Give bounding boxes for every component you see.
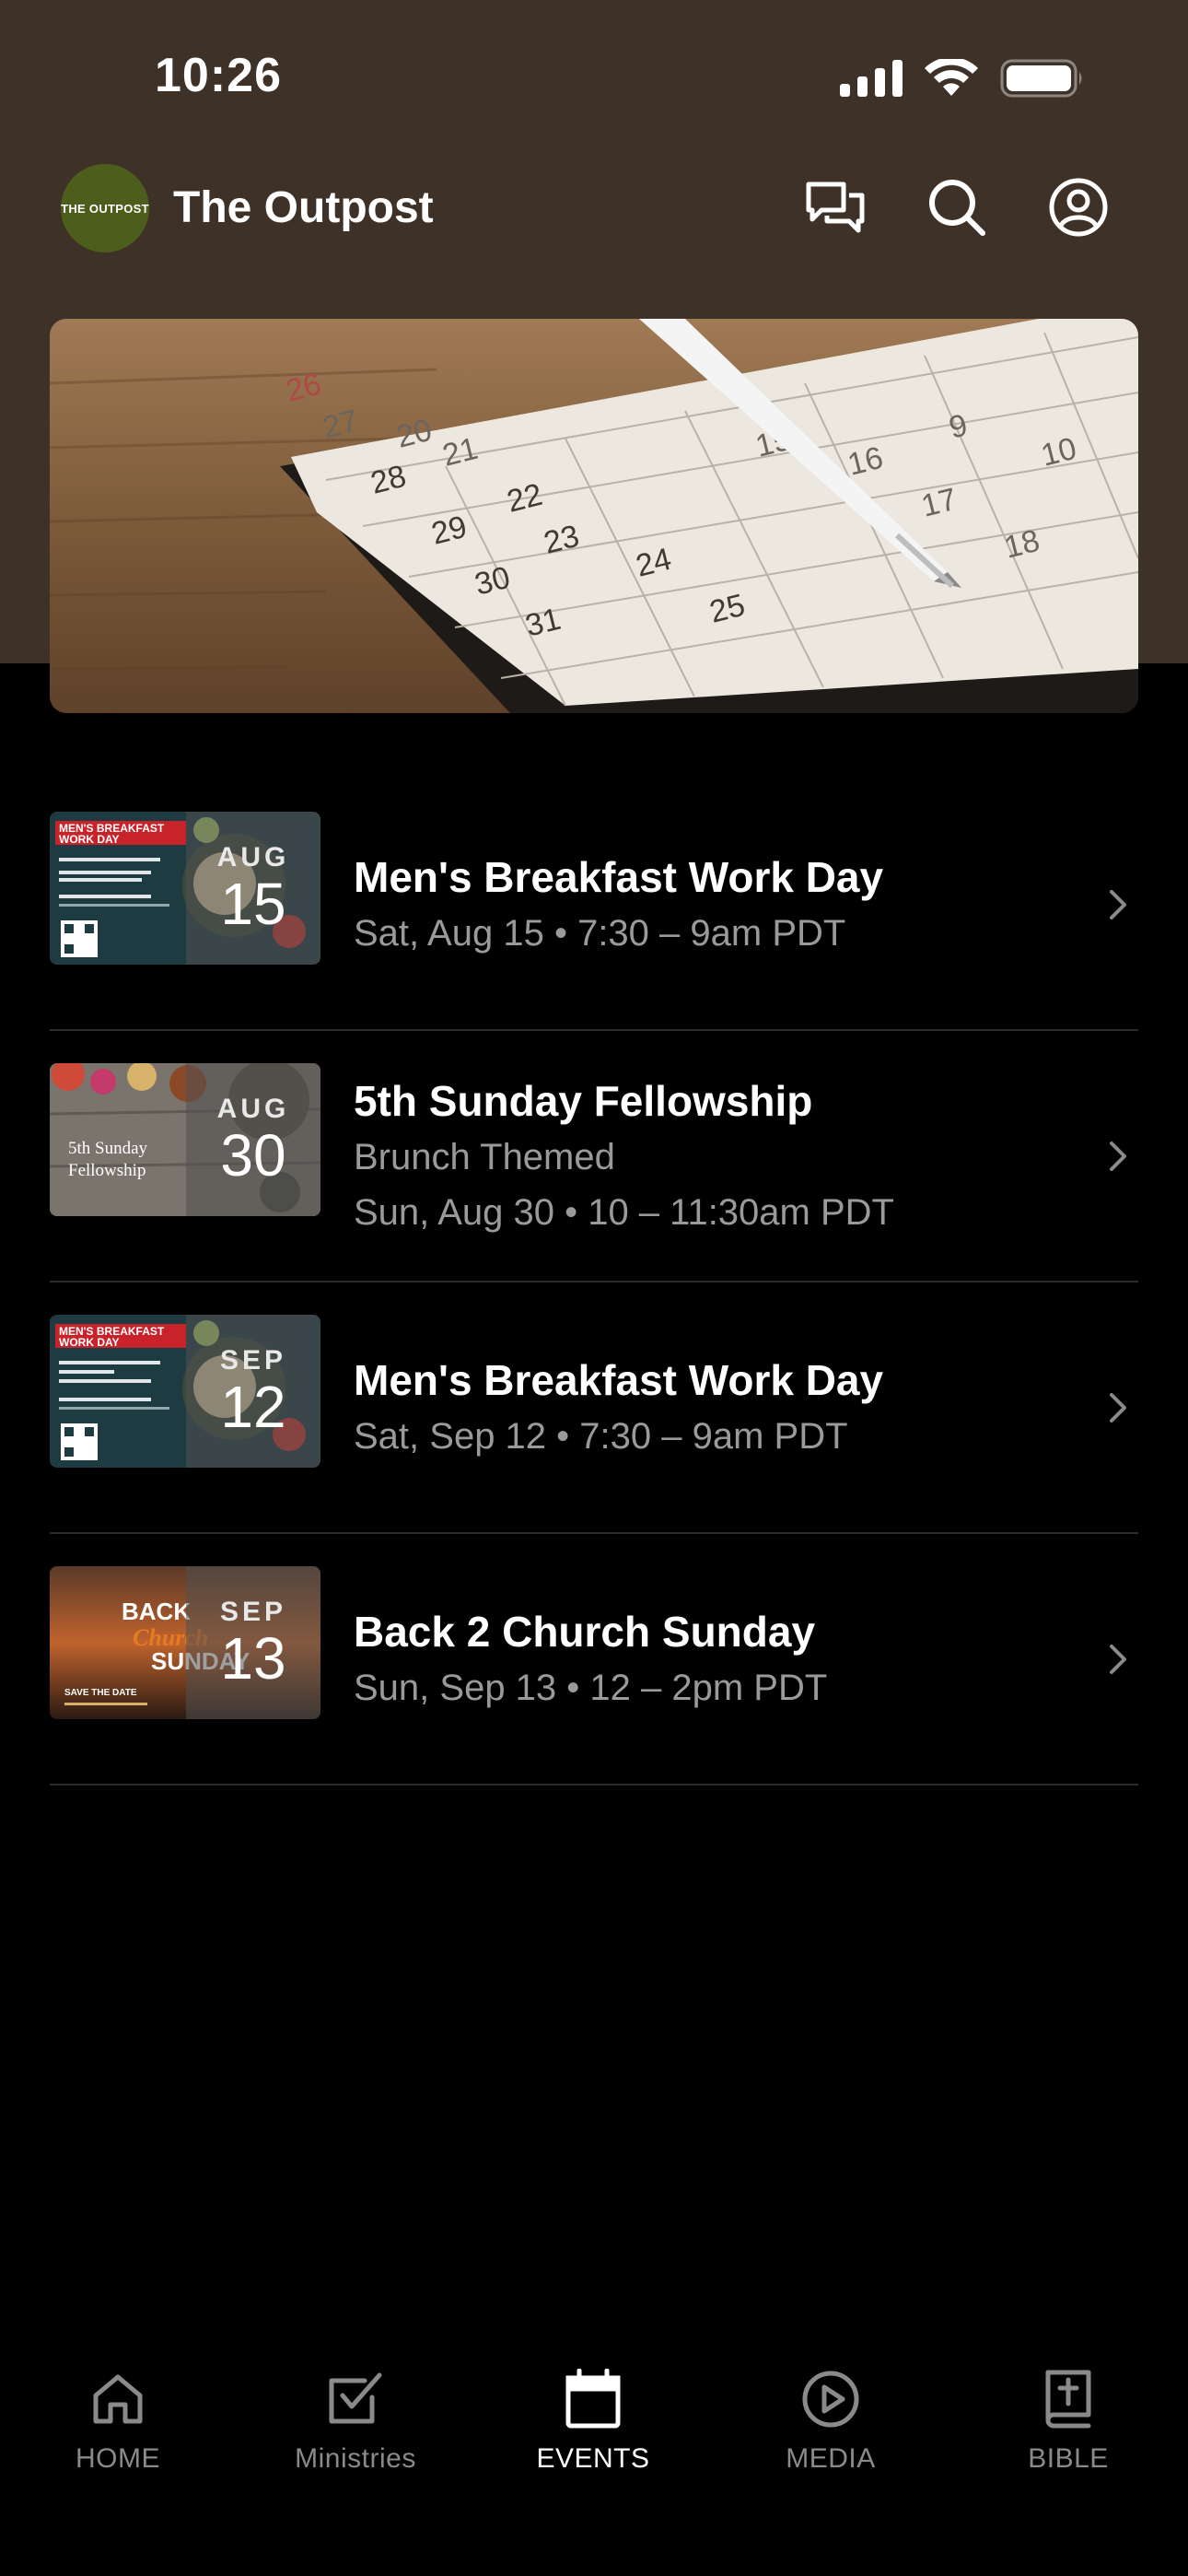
status-bar: 10:26 [0,0,1188,157]
hero-banner: 27 28 29 30 31 21 22 23 24 25 16 17 18 9… [50,319,1138,713]
play-icon [798,2366,864,2432]
event-thumbnail: MEN'S BREAKFAST WORK DAY SEP 12 [50,1315,320,1468]
battery-icon [1000,59,1082,98]
event-row[interactable]: 5th Sunday Fellowship AUG 30 5th Sunday … [50,1031,1138,1282]
tab-bar: HOME Ministries EVENTS MEDIA BIBLE [0,2340,1188,2576]
event-title: Men's Breakfast Work Day [354,852,884,901]
header-actions [803,175,1111,240]
thumb-text: WORK DAY [59,1336,120,1349]
tab-home[interactable]: HOME [26,2366,210,2475]
wifi-icon [925,59,978,96]
calendar-icon [560,2366,626,2432]
status-icons [840,59,1085,98]
event-thumbnail: MEN'S BREAKFAST WORK DAY AUG 15 [50,812,320,965]
tab-label: MEDIA [786,2443,876,2474]
checkbox-icon [322,2366,389,2432]
event-text: 5th Sunday Fellowship Brunch Themed Sun,… [354,1031,1054,1281]
event-subtitle: Brunch Themed [354,1136,615,1177]
tab-label: Ministries [295,2443,416,2474]
logo-text: THE OUTPOST [61,201,149,216]
event-row[interactable]: BACK Church SUNDAY SAVE THE DATE SEP 13 … [50,1534,1138,1786]
bible-icon [1035,2366,1101,2432]
chevron-right-icon [1110,889,1126,919]
event-month: SEP [219,1345,287,1376]
thumb-date-badge: SEP 13 [186,1566,320,1719]
tab-media[interactable]: MEDIA [739,2366,923,2475]
profile-icon[interactable] [1046,175,1111,240]
event-list: MEN'S BREAKFAST WORK DAY AUG 15 Men's Br… [50,779,1138,1786]
event-month: AUG [216,842,290,872]
tab-bible[interactable]: BIBLE [976,2366,1160,2475]
event-text: Back 2 Church Sunday Sun, Sep 13 • 12 – … [354,1534,1054,1784]
event-text: Men's Breakfast Work Day Sat, Aug 15 • 7… [354,779,1054,1029]
chevron-right-icon [1110,1644,1126,1674]
app-title: The Outpost [173,183,434,232]
thumb-text: 5th Sunday [68,1139,148,1158]
event-thumbnail: BACK Church SUNDAY SAVE THE DATE SEP 13 [50,1566,320,1719]
thumb-text: WORK DAY [59,833,120,846]
event-time: Sun, Aug 30 • 10 – 11:30am PDT [354,1191,894,1233]
tab-events[interactable]: EVENTS [501,2366,685,2475]
event-day: 30 [220,1122,286,1188]
event-title: Men's Breakfast Work Day [354,1355,884,1404]
event-row[interactable]: MEN'S BREAKFAST WORK DAY AUG 15 Men's Br… [50,779,1138,1031]
thumb-text: Fellowship [68,1161,146,1180]
tab-label: HOME [76,2443,160,2474]
chevron-right-icon [1110,1141,1126,1171]
status-time: 10:26 [155,49,282,102]
event-time: Sat, Sep 12 • 7:30 – 9am PDT [354,1415,848,1457]
tab-label: EVENTS [536,2443,650,2474]
chat-icon[interactable] [803,175,868,240]
tab-label: BIBLE [1028,2443,1109,2474]
cellular-signal-icon [840,60,903,97]
event-month: SEP [219,1597,287,1627]
event-day: 12 [220,1374,286,1440]
app-header: THE OUTPOST The Outpost [0,157,1188,263]
event-title: Back 2 Church Sunday [354,1607,816,1656]
event-text: Men's Breakfast Work Day Sat, Sep 12 • 7… [354,1282,1054,1532]
church-logo[interactable]: THE OUTPOST [61,164,149,252]
chevron-right-icon [1110,1392,1126,1423]
event-time: Sun, Sep 13 • 12 – 2pm PDT [354,1667,828,1708]
tab-ministries[interactable]: Ministries [263,2366,448,2475]
thumb-date-badge: AUG 30 [186,1063,320,1216]
search-icon[interactable] [925,175,989,240]
event-time: Sat, Aug 15 • 7:30 – 9am PDT [354,912,846,954]
event-row[interactable]: MEN'S BREAKFAST WORK DAY SEP 12 Men's Br… [50,1282,1138,1534]
event-thumbnail: 5th Sunday Fellowship AUG 30 [50,1063,320,1216]
event-month: AUG [216,1094,290,1124]
thumb-date-badge: AUG 15 [186,812,320,965]
event-day: 13 [220,1625,286,1692]
event-title: 5th Sunday Fellowship [354,1076,813,1125]
home-icon [85,2366,151,2432]
thumb-date-badge: SEP 12 [186,1315,320,1468]
event-day: 15 [220,871,286,937]
thumb-text: SAVE THE DATE [64,1688,137,1698]
thumb-text: BACK [122,1598,191,1625]
